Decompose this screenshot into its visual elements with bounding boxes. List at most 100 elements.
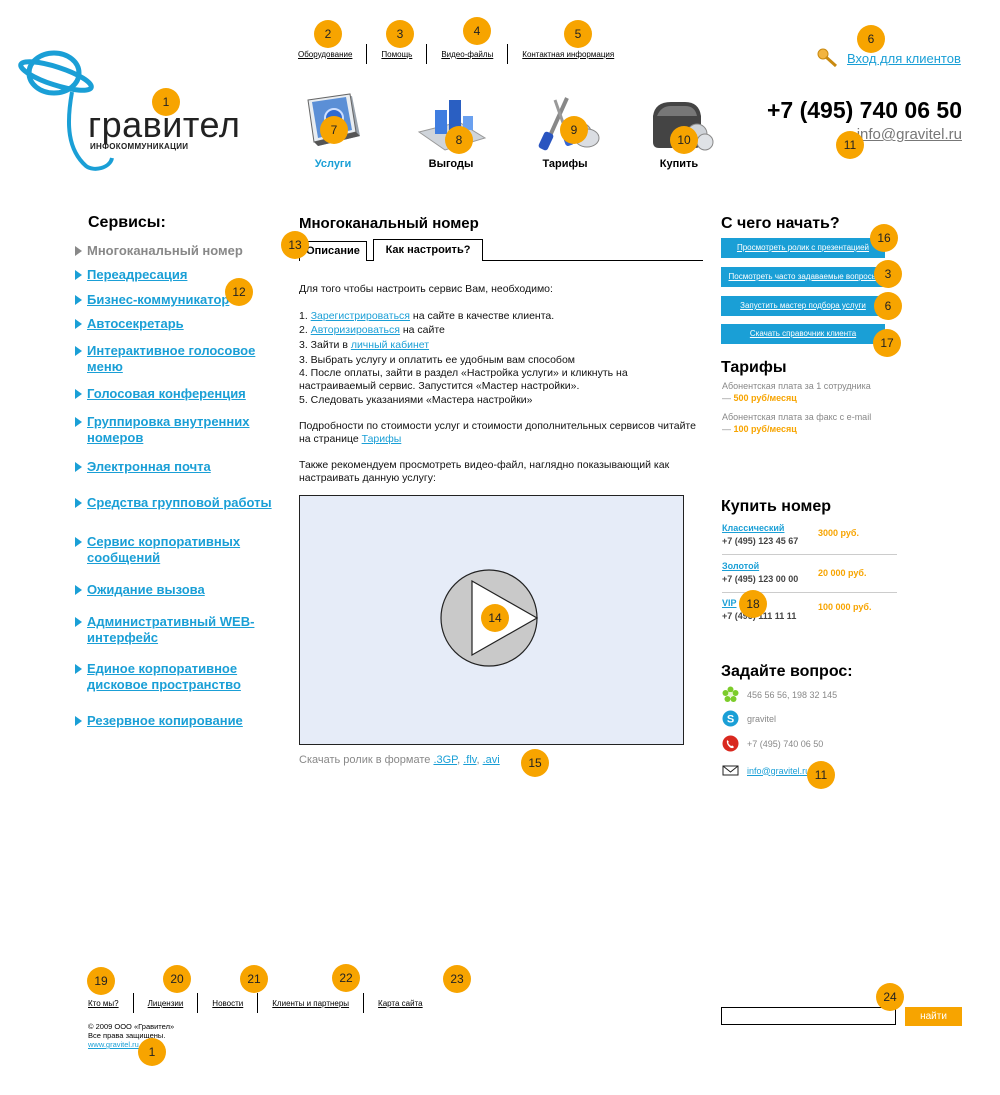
tab-description[interactable]: Описание [299, 241, 367, 261]
main-nav-services-label: Услуги [314, 158, 352, 170]
sidebar-item-label: Административный WEB-интерфейс [87, 614, 255, 645]
sidebar-title: Сервисы: [88, 214, 166, 231]
client-login-link[interactable]: Вход для клиентов [847, 51, 961, 66]
number-classic-link[interactable]: Классический [722, 523, 784, 533]
client-login[interactable]: Вход для клиентов [817, 48, 961, 68]
footer-nav-news[interactable]: Новости [198, 999, 257, 1008]
number-gold-link[interactable]: Золотой [722, 561, 759, 571]
footer-nav-about[interactable]: Кто мы? [88, 999, 133, 1008]
step-text: на сайте в качестве клиента. [412, 310, 555, 322]
annotation-marker: 22 [332, 964, 360, 992]
number-classic-phone: +7 (495) 123 45 67 [722, 536, 799, 546]
copyright-line: © 2009 ООО «Гравител» [88, 1022, 175, 1031]
details-text: Подробности по стоимости услуг и стоимос… [299, 420, 709, 446]
sidebar-item-backup[interactable]: Резервное копирование [75, 713, 285, 729]
tariffs-link[interactable]: Тарифы [362, 433, 402, 445]
sidebar-item-internal-groups[interactable]: Группировка внутренних номеров [75, 414, 285, 446]
download-avi-link[interactable]: .avi [483, 754, 500, 766]
register-link[interactable]: Зарегистрироваться [311, 310, 410, 322]
footer-nav-clients[interactable]: Клиенты и партнеры [258, 999, 363, 1008]
header-email[interactable]: info@gravitel.ru [857, 126, 962, 143]
sidebar-item-business-communicator[interactable]: Бизнес-коммуникатор [75, 292, 285, 308]
sidebar-item-voice-conference[interactable]: Голосовая конференция [75, 386, 285, 402]
tab-how-to-setup[interactable]: Как настроить? [373, 239, 483, 261]
sidebar-item-disk-space[interactable]: Единое корпоративное дисковое пространст… [75, 661, 285, 693]
bullet-arrow-icon [75, 462, 82, 472]
sidebar-item-autosecretary[interactable]: Автосекретарь [75, 316, 285, 332]
bullet-arrow-icon [75, 537, 82, 547]
sidebar-item-label: Резервное копирование [87, 713, 243, 728]
bullet-arrow-icon [75, 664, 82, 674]
annotation-marker: 9 [560, 116, 588, 144]
sidebar-item-corporate-messages[interactable]: Сервис корпоративных сообщений [75, 534, 285, 566]
number-classic-price: 3000 руб. [818, 528, 859, 538]
icq-contact: 456 56 56, 198 32 145 [722, 686, 837, 703]
annotation-marker: 10 [670, 126, 698, 154]
main-nav-tariffs-label: Тарифы [542, 158, 588, 170]
sidebar-item-ivr[interactable]: Интерактивное голосовое меню [75, 343, 285, 375]
sidebar-item-call-waiting[interactable]: Ожидание вызова [75, 582, 285, 598]
sidebar-item-multichannel[interactable]: Многоканальный номер [75, 243, 285, 259]
svg-text:S: S [727, 714, 734, 726]
annotation-marker: 1 [152, 88, 180, 116]
sidebar-item-label: Автосекретарь [87, 316, 184, 331]
number-vip-link[interactable]: VIP [722, 598, 737, 608]
footer-nav-licenses[interactable]: Лицензии [134, 999, 198, 1008]
footer-search-button[interactable]: найти [905, 1007, 962, 1026]
annotation-marker: 1 [138, 1038, 166, 1066]
footer-nav-sitemap[interactable]: Карта сайта [364, 999, 437, 1008]
contact-email-link[interactable]: info@gravitel.ru [747, 766, 810, 776]
annotation-marker: 17 [873, 329, 901, 357]
top-nav-videos[interactable]: Видео-файлы [427, 50, 507, 59]
annotation-marker: 11 [836, 131, 864, 159]
tariff-employee-price: 500 руб/месяц [733, 393, 797, 403]
sidebar-item-email[interactable]: Электронная почта [75, 459, 285, 475]
footer-search-input[interactable] [721, 1007, 896, 1025]
annotation-marker: 8 [445, 126, 473, 154]
page-title: Многоканальный номер [299, 215, 479, 232]
sidebar-item-forwarding[interactable]: Переадресация [75, 267, 285, 283]
divider [722, 554, 897, 555]
service-wizard-button[interactable]: Запустить мастер подбора услуги [721, 296, 885, 316]
annotation-marker: 2 [314, 20, 342, 48]
sidebar-item-admin-web[interactable]: Административный WEB-интерфейс [75, 614, 285, 646]
tariff-fax-label: Абонентская плата за факс с e-mail [722, 412, 872, 422]
main-nav-benefits-label: Выгоды [428, 158, 474, 170]
bullet-arrow-icon [75, 346, 82, 356]
sidebar-item-label: Ожидание вызова [87, 582, 205, 597]
annotation-marker: 18 [739, 590, 767, 618]
video-recommendation: Также рекомендуем просмотреть видео-файл… [299, 459, 670, 484]
sidebar-item-groupware[interactable]: Средства групповой работы [75, 495, 285, 511]
authorize-link[interactable]: Авторизироваться [311, 324, 400, 336]
step-after-payment: 4. После оплаты, зайти в раздел «Настрой… [299, 367, 628, 392]
sidebar-item-label: Голосовая конференция [87, 386, 246, 401]
personal-cabinet-link[interactable]: личный кабинет [351, 339, 429, 351]
top-nav-equipment[interactable]: Оборудование [298, 50, 366, 59]
bullet-arrow-icon [75, 498, 82, 508]
bullet-arrow-icon [75, 389, 82, 399]
top-nav-contacts[interactable]: Контактная информация [508, 50, 628, 59]
sidebar-item-label: Бизнес-коммуникатор [87, 292, 230, 307]
bullet-arrow-icon [75, 716, 82, 726]
download-handbook-button[interactable]: Скачать справочник клиента [721, 324, 885, 344]
top-nav-help[interactable]: Помощь [367, 50, 426, 59]
annotation-marker: 4 [463, 17, 491, 45]
download-3gp-link[interactable]: .3GP [433, 754, 457, 766]
bullet-arrow-icon [75, 319, 82, 329]
annotation-marker: 21 [240, 965, 268, 993]
sidebar-item-label: Сервис корпоративных сообщений [87, 534, 241, 565]
faq-button[interactable]: Посмотреть часто задаваемые вопросы [721, 267, 885, 287]
annotation-marker: 5 [564, 20, 592, 48]
bullet-arrow-icon [75, 417, 82, 427]
sidebar-item-label: Электронная почта [87, 459, 211, 474]
download-flv-link[interactable]: .flv [463, 754, 476, 766]
download-formats: Скачать ролик в формате .3GP, .flv, .avi [299, 754, 500, 766]
start-section-title: С чего начать? [721, 215, 840, 232]
phone-handset-icon [722, 735, 739, 752]
number-gold-price: 20 000 руб. [818, 568, 867, 578]
annotation-marker: 7 [320, 116, 348, 144]
step-authorize: 2. Авторизироваться на сайте [299, 324, 709, 337]
buy-number-title: Купить номер [721, 498, 832, 515]
watch-presentation-button[interactable]: Просмотреть ролик с презентацией [721, 238, 885, 258]
icq-flower-icon [722, 686, 739, 702]
